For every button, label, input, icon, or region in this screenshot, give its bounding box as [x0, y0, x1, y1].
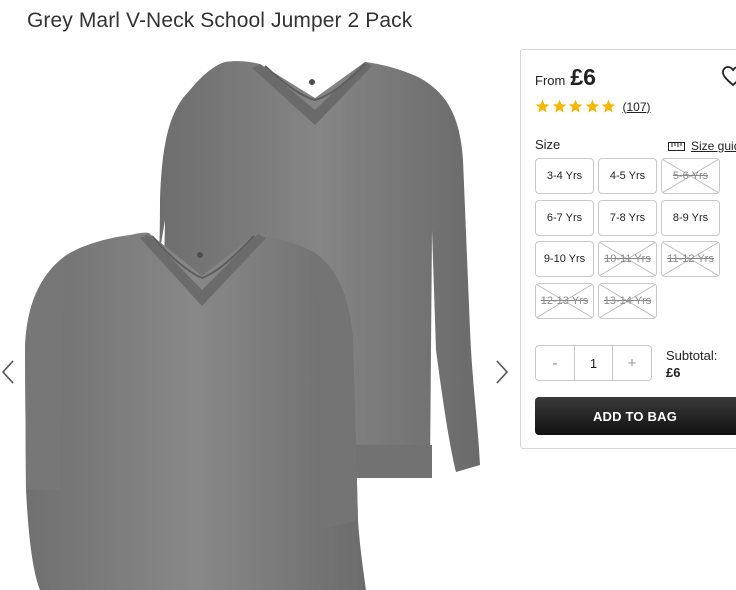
- star-icon: [568, 99, 583, 113]
- chevron-left-icon: [1, 360, 14, 384]
- star-icon: [585, 99, 599, 113]
- quantity-stepper: - 1 +: [535, 345, 652, 381]
- size-option[interactable]: 13-14 Yrs: [598, 282, 657, 319]
- size-option-label: 5-6 Yrs: [672, 170, 709, 182]
- star-icon: [601, 99, 616, 113]
- size-option[interactable]: 3-4 Yrs: [535, 158, 594, 194]
- reviews-link[interactable]: (107): [623, 100, 651, 114]
- product-title: Grey Marl V-Neck School Jumper 2 Pack: [27, 9, 413, 32]
- add-to-bag-button[interactable]: ADD TO BAG: [535, 397, 736, 435]
- size-option[interactable]: 6-7 Yrs: [535, 199, 594, 236]
- size-option-label: 9-10 Yrs: [543, 253, 586, 265]
- purchase-panel: From £6 (107) Size Size guide 3-4 Yrs 4-5…: [520, 49, 736, 449]
- size-option[interactable]: 11-12 Yrs: [661, 241, 720, 277]
- from-label: From: [535, 73, 566, 88]
- size-option-label: 11-12 Yrs: [667, 253, 714, 265]
- size-option-label: 8-9 Yrs: [672, 211, 709, 224]
- size-option-label: 4-5 Yrs: [609, 170, 646, 182]
- size-option[interactable]: 12-13 Yrs: [535, 282, 594, 319]
- size-guide-label: Size guide: [691, 139, 736, 153]
- qty-input[interactable]: 1: [574, 346, 613, 380]
- size-option-label: 10-11 Yrs: [604, 253, 651, 265]
- size-label: Size: [535, 137, 561, 152]
- price: £6: [570, 64, 596, 90]
- size-option[interactable]: 7-8 Yrs: [598, 199, 657, 236]
- product-image[interactable]: [20, 50, 490, 590]
- size-option-label: 7-8 Yrs: [609, 211, 646, 224]
- subtotal-value: £6: [666, 365, 681, 380]
- ruler-icon: [668, 141, 685, 151]
- product-gallery: [0, 50, 516, 590]
- star-icon: [535, 99, 550, 113]
- size-guide-link[interactable]: Size guide: [668, 139, 736, 153]
- size-option-label: 13-14 Yrs: [603, 294, 652, 307]
- qty-minus-button[interactable]: -: [536, 346, 574, 380]
- size-option[interactable]: 4-5 Yrs: [598, 158, 657, 194]
- size-option[interactable]: 8-9 Yrs: [661, 199, 720, 236]
- size-option-label: 6-7 Yrs: [546, 211, 583, 224]
- rating: (107): [535, 99, 651, 114]
- size-option-label: 12-13 Yrs: [540, 294, 589, 307]
- price-row: From £6: [535, 64, 596, 91]
- size-option[interactable]: 10-11 Yrs: [598, 241, 657, 277]
- star-icon: [552, 99, 566, 113]
- gallery-prev-button[interactable]: [0, 358, 16, 386]
- front-jumper: [25, 232, 366, 590]
- size-option-label: 3-4 Yrs: [546, 170, 583, 182]
- subtotal-label: Subtotal:: [666, 348, 718, 363]
- gallery-next-button[interactable]: [494, 358, 510, 386]
- subtotal: Subtotal: £6: [666, 347, 717, 381]
- qty-plus-button[interactable]: +: [613, 346, 651, 380]
- heart-icon[interactable]: [721, 64, 736, 88]
- size-option[interactable]: 5-6 Yrs: [661, 158, 720, 194]
- chevron-right-icon: [496, 360, 509, 384]
- size-option[interactable]: 9-10 Yrs: [535, 241, 594, 277]
